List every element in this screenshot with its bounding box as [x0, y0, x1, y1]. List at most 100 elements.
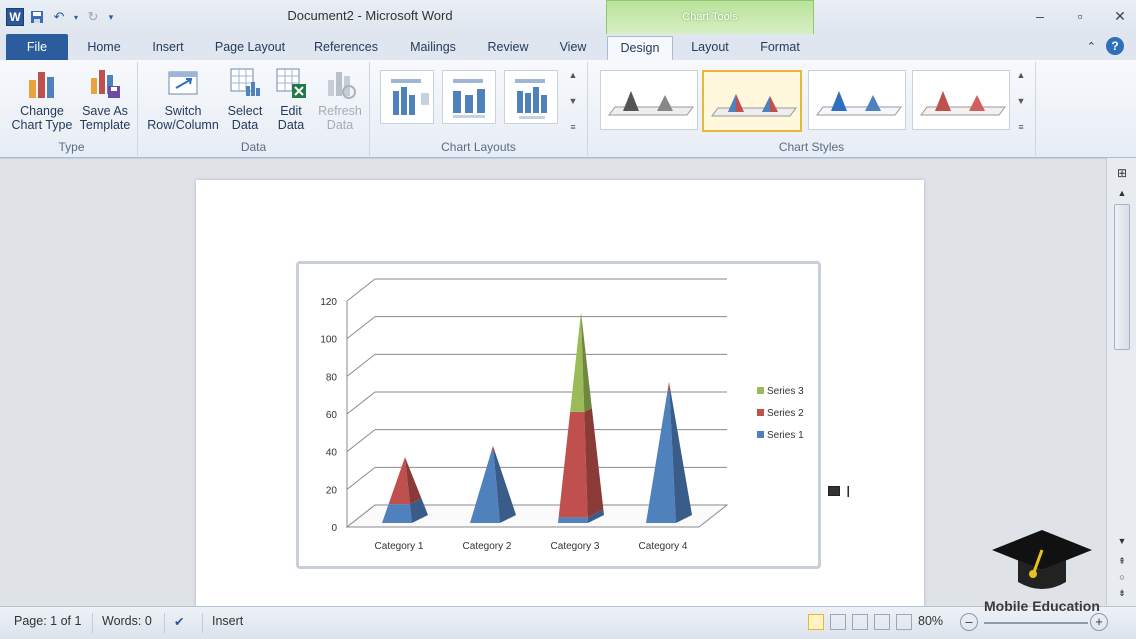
- tab-design[interactable]: Design: [607, 36, 673, 60]
- maximize-icon[interactable]: ▫: [1070, 8, 1090, 25]
- y-tick-label: 100: [320, 335, 337, 346]
- chart-style-1[interactable]: [600, 70, 698, 130]
- gridline-side: [346, 278, 376, 302]
- scroll-thumb[interactable]: [1114, 204, 1130, 350]
- document-page[interactable]: 0 20 40 60 80 100 120 Category 1 Category 2 Categ…: [196, 180, 924, 610]
- proofing-icon[interactable]: ✔: [174, 614, 184, 629]
- change-chart-type-button[interactable]: Change Chart Type: [10, 66, 74, 132]
- legend-swatch: [757, 409, 764, 416]
- help-icon[interactable]: ?: [1106, 37, 1124, 55]
- zoom-slider[interactable]: [984, 622, 1088, 624]
- chart-tools-label: Chart Tools: [682, 11, 738, 23]
- gridline-side: [346, 316, 376, 340]
- status-bar: Page: 1 of 1 Words: 0 ✔ Insert 80% – +: [0, 606, 1136, 639]
- tab-layout[interactable]: Layout: [682, 38, 738, 60]
- group-label-data: Data: [240, 140, 267, 154]
- graduation-cap-logo: [988, 526, 1096, 596]
- tab-format[interactable]: Format: [748, 38, 812, 60]
- zoom-level[interactable]: 80%: [918, 614, 943, 628]
- text-cursor-icon: I: [846, 484, 851, 501]
- gridline-side: [346, 429, 376, 453]
- x-tick-label: Category 2: [463, 541, 512, 552]
- tab-file[interactable]: File: [6, 34, 68, 60]
- chart-layout-1[interactable]: [380, 70, 434, 124]
- layout-options-icon[interactable]: [828, 486, 840, 496]
- status-separator: [92, 613, 93, 633]
- ruler-toggle-icon[interactable]: ⊞: [1115, 166, 1129, 180]
- insert-mode[interactable]: Insert: [212, 614, 243, 628]
- styles-up-icon[interactable]: ▲: [1014, 70, 1028, 80]
- legend-swatch: [757, 431, 764, 438]
- select-data-button[interactable]: Select Data: [224, 66, 266, 132]
- chart-style-2[interactable]: [702, 70, 802, 132]
- scroll-down-icon[interactable]: ▼: [1115, 536, 1129, 546]
- status-separator: [202, 613, 203, 633]
- x-tick-label: Category 1: [375, 541, 424, 552]
- zoom-in-icon[interactable]: +: [1090, 613, 1108, 631]
- minimize-ribbon-icon[interactable]: ⌃: [1087, 40, 1096, 53]
- switch-row-column-button[interactable]: Switch Row/Column: [142, 66, 224, 132]
- tab-home[interactable]: Home: [78, 38, 130, 60]
- gridline-side: [346, 391, 376, 415]
- group-label-chart-styles: Chart Styles: [778, 140, 845, 154]
- tab-view[interactable]: View: [550, 38, 596, 60]
- save-as-template-line1: Save As: [82, 104, 128, 118]
- vertical-scrollbar[interactable]: ⊞ ▲ ▼ ⇞ ○ ⇟: [1106, 158, 1136, 606]
- legend-label: Series 1: [767, 430, 804, 441]
- web-layout-icon[interactable]: [852, 614, 868, 630]
- gallery-up-icon[interactable]: ▲: [566, 70, 580, 80]
- browse-object-icon[interactable]: ○: [1115, 572, 1129, 582]
- chart-style-4[interactable]: [912, 70, 1010, 130]
- tab-references[interactable]: References: [306, 38, 386, 60]
- minimize-icon[interactable]: –: [1030, 8, 1050, 25]
- outline-icon[interactable]: [874, 614, 890, 630]
- legend-swatch: [757, 387, 764, 394]
- word-count[interactable]: Words: 0: [102, 614, 152, 628]
- watermark-text: Mobile Education: [984, 598, 1100, 614]
- gallery-down-icon[interactable]: ▼: [566, 96, 580, 106]
- refresh-data-icon: [323, 66, 357, 100]
- tab-insert[interactable]: Insert: [140, 38, 196, 60]
- refresh-data-button[interactable]: Refresh Data: [314, 66, 366, 132]
- previous-page-icon[interactable]: ⇞: [1115, 556, 1129, 567]
- y-tick-label: 60: [326, 410, 338, 421]
- scroll-up-icon[interactable]: ▲: [1115, 188, 1129, 198]
- pyramid-segment-front: [558, 411, 588, 518]
- chart-styles-gallery-scroll[interactable]: ▲ ▼ ≡: [1014, 70, 1028, 132]
- view-buttons: [808, 614, 912, 630]
- group-label-type: Type: [58, 140, 85, 154]
- chart-tools-context-tab: Chart Tools: [606, 0, 814, 34]
- full-screen-reading-icon[interactable]: [830, 614, 846, 630]
- group-chart-layouts: ▲ ▼ ≡ Chart Layouts: [370, 62, 588, 156]
- chart-layout-3[interactable]: [504, 70, 558, 124]
- styles-more-icon[interactable]: ≡: [1014, 122, 1028, 132]
- ribbon-tabs: File Home Insert Page Layout References …: [0, 34, 1136, 60]
- tab-page-layout[interactable]: Page Layout: [208, 38, 292, 60]
- switch-row-column-line2: Row/Column: [147, 118, 219, 132]
- x-tick-label: Category 4: [639, 541, 688, 552]
- tab-mailings[interactable]: Mailings: [398, 38, 468, 60]
- draft-icon[interactable]: [896, 614, 912, 630]
- zoom-out-icon[interactable]: –: [960, 613, 978, 631]
- styles-down-icon[interactable]: ▼: [1014, 96, 1028, 106]
- gallery-more-icon[interactable]: ≡: [566, 122, 580, 132]
- page-count[interactable]: Page: 1 of 1: [14, 614, 81, 628]
- gridline-side: [346, 466, 376, 490]
- chart-layout-2[interactable]: [442, 70, 496, 124]
- chart-object[interactable]: 0 20 40 60 80 100 120 Category 1 Category 2 Categ…: [296, 261, 821, 569]
- group-label-chart-layouts: Chart Layouts: [441, 140, 516, 154]
- group-type: Change Chart Type Save As Template Type: [6, 62, 138, 156]
- chart-style-3[interactable]: [808, 70, 906, 130]
- tab-review[interactable]: Review: [478, 38, 538, 60]
- pyramid-chart[interactable]: 0 20 40 60 80 100 120 Category 1 Category 2 Categ…: [299, 264, 818, 566]
- edit-data-button[interactable]: Edit Data: [270, 66, 312, 132]
- chart-layouts-gallery-scroll[interactable]: ▲ ▼ ≡: [566, 70, 580, 132]
- close-icon[interactable]: ✕: [1110, 8, 1130, 25]
- next-page-icon[interactable]: ⇟: [1115, 588, 1129, 599]
- group-data: Switch Row/Column Select Data Edit Data …: [138, 62, 370, 156]
- status-separator: [164, 613, 165, 633]
- save-as-template-button[interactable]: Save As Template: [76, 66, 134, 132]
- pyramid-segment-front: [558, 517, 588, 523]
- print-layout-icon[interactable]: [808, 614, 824, 630]
- y-tick-label: 0: [331, 523, 337, 534]
